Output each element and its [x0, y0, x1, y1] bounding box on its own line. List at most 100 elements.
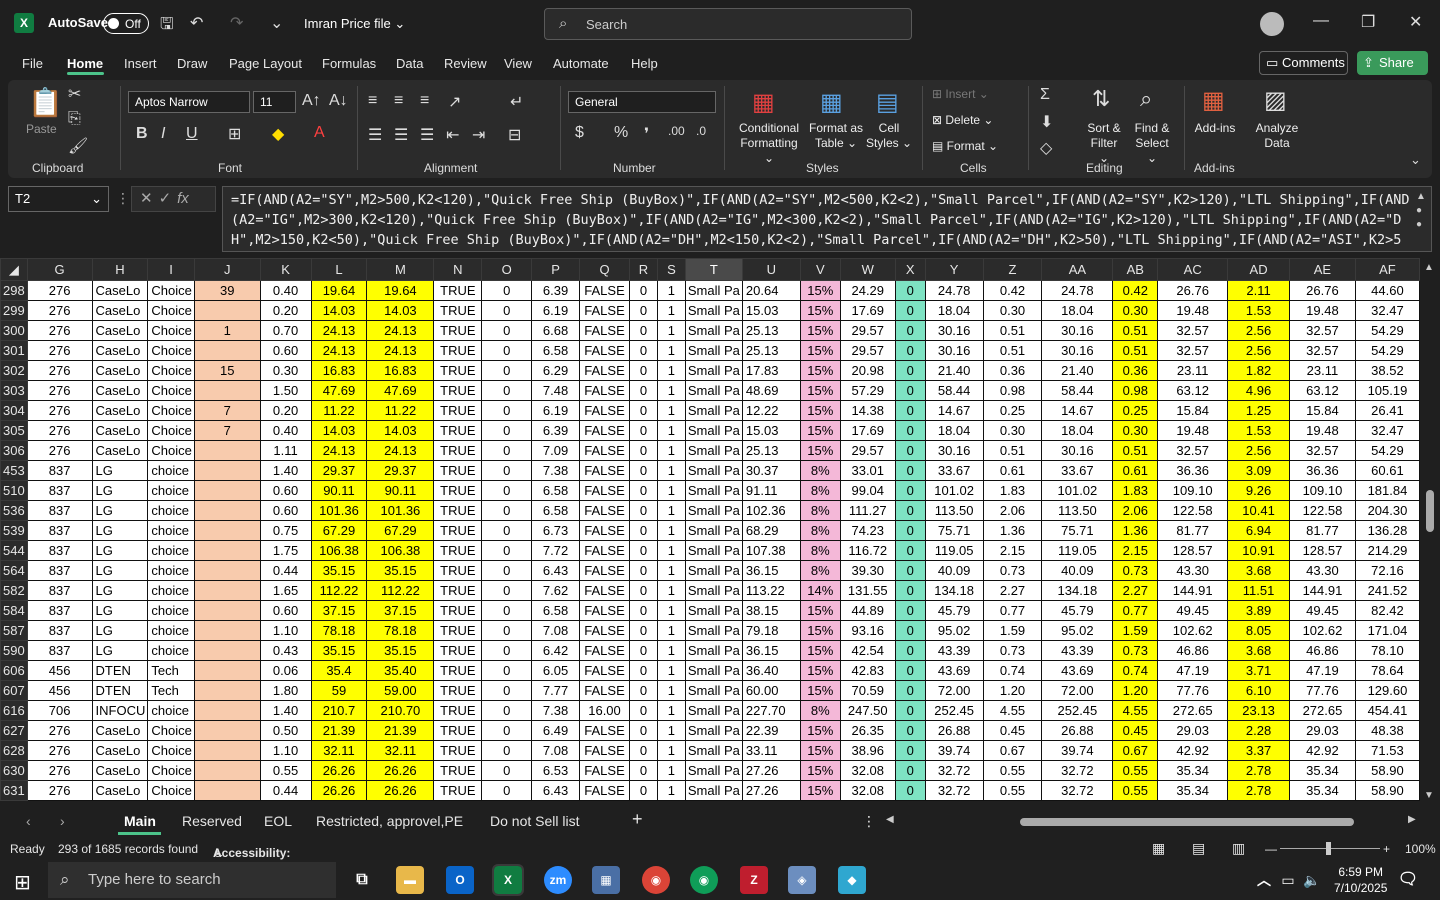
menu-formulas[interactable]: Formulas — [322, 56, 376, 71]
currency-icon[interactable]: $ — [575, 124, 584, 142]
cell[interactable]: 95.02 — [1041, 620, 1114, 641]
cell[interactable]: TRUE — [433, 680, 483, 701]
cell[interactable]: 25.13 — [741, 320, 801, 341]
decrease-indent-icon[interactable]: ⇤ — [446, 125, 459, 145]
cell[interactable]: 54.29 — [1354, 340, 1420, 361]
cell[interactable]: 45.79 — [1041, 600, 1114, 621]
cell[interactable]: 0.60 — [259, 480, 312, 501]
cell[interactable]: 90.11 — [366, 480, 435, 501]
cell[interactable]: 0.60 — [259, 340, 312, 361]
formula-tools[interactable]: ✕✓fx — [131, 186, 216, 212]
cell[interactable]: 0.40 — [259, 280, 312, 301]
cell[interactable]: FALSE — [579, 480, 630, 501]
formula-input[interactable]: =IF(AND(A2="SY",M2>500,K2<120),"Quick Fr… — [222, 186, 1432, 252]
cell[interactable]: 99.04 — [839, 480, 896, 501]
cell[interactable]: FALSE — [579, 420, 630, 441]
cell[interactable]: 107.38 — [741, 540, 801, 561]
col-header[interactable]: Z — [982, 258, 1043, 281]
cell[interactable]: 17.83 — [741, 360, 801, 381]
cell[interactable]: 11.22 — [310, 400, 368, 421]
cell[interactable]: 276 — [26, 720, 93, 741]
cell[interactable]: TRUE — [433, 600, 483, 621]
cell[interactable]: 837 — [26, 620, 93, 641]
cell[interactable]: Small Pa — [684, 700, 743, 721]
close-icon[interactable]: ✕ — [1409, 12, 1422, 32]
cell[interactable]: 32.57 — [1157, 320, 1229, 341]
bold-icon[interactable]: B — [136, 125, 148, 143]
cell[interactable]: TRUE — [433, 560, 483, 581]
cell[interactable] — [193, 740, 261, 761]
cell[interactable]: 72.16 — [1354, 560, 1420, 581]
cell[interactable]: 91.11 — [741, 480, 801, 501]
cell[interactable]: 1.36 — [982, 520, 1043, 541]
format-as-table-button[interactable]: Format as Table ⌄ — [808, 121, 864, 151]
cell[interactable]: 0 — [894, 460, 926, 481]
sheet-tab-reserved[interactable]: Reserved — [182, 813, 242, 829]
name-box[interactable]: T2 ⌄ — [8, 186, 109, 212]
cell[interactable]: 0 — [481, 700, 533, 721]
cell[interactable]: 0 — [629, 520, 658, 541]
cell[interactable]: 15% — [799, 440, 841, 461]
zoom-in-icon[interactable]: + — [1383, 842, 1390, 856]
cell[interactable]: 116.72 — [839, 540, 896, 561]
cell[interactable]: 1.20 — [982, 680, 1043, 701]
cell[interactable]: 78.18 — [366, 620, 435, 641]
cell[interactable]: 15.84 — [1157, 400, 1229, 421]
cell[interactable]: 252.45 — [1041, 700, 1114, 721]
cell[interactable]: 1.53 — [1227, 300, 1290, 321]
row-header[interactable]: 607 — [0, 680, 28, 701]
cell[interactable]: 29.57 — [839, 440, 896, 461]
cell[interactable]: 75.71 — [1041, 520, 1114, 541]
cell[interactable]: 33.11 — [741, 740, 801, 761]
cell[interactable]: 1.83 — [982, 480, 1043, 501]
cell[interactable]: 1 — [656, 540, 686, 561]
conditional-formatting-button[interactable]: Conditional Formatting ⌄ — [736, 121, 802, 166]
cell[interactable]: FALSE — [579, 780, 630, 801]
cell[interactable]: 7.08 — [531, 740, 581, 761]
cell[interactable]: 36.36 — [1289, 460, 1356, 481]
cell[interactable]: 0.55 — [982, 760, 1043, 781]
cell[interactable]: 6.58 — [531, 480, 581, 501]
cell[interactable]: choice — [147, 600, 195, 621]
cell[interactable]: 60.61 — [1354, 460, 1420, 481]
cell[interactable]: 0 — [894, 600, 926, 621]
cell[interactable]: 276 — [26, 420, 93, 441]
cell[interactable]: 35.15 — [366, 560, 435, 581]
cell[interactable]: 0.51 — [982, 440, 1043, 461]
cell[interactable]: 78.64 — [1354, 660, 1420, 681]
row-header[interactable]: 301 — [0, 340, 28, 361]
cell[interactable]: 0.60 — [259, 500, 312, 521]
cell[interactable]: 0 — [629, 420, 658, 441]
cell[interactable]: 1 — [656, 360, 686, 381]
cell[interactable]: 59.00 — [366, 680, 435, 701]
cell[interactable]: 0.61 — [1112, 460, 1159, 481]
cell[interactable]: 23.11 — [1289, 360, 1356, 381]
cell[interactable]: 119.05 — [1041, 540, 1114, 561]
cell[interactable]: CaseLo — [91, 440, 149, 461]
cell[interactable]: 276 — [26, 280, 93, 301]
cell[interactable]: 0 — [481, 500, 533, 521]
cell[interactable]: LG — [91, 480, 149, 501]
cell[interactable]: 15% — [799, 600, 841, 621]
cell[interactable]: 15% — [799, 320, 841, 341]
cell[interactable]: 0.74 — [1112, 660, 1159, 681]
add-sheet-icon[interactable]: + — [632, 809, 643, 830]
cell[interactable]: 59 — [310, 680, 368, 701]
cell[interactable]: 32.08 — [839, 780, 896, 801]
cell[interactable]: 35.34 — [1157, 780, 1229, 801]
cell[interactable]: 49.45 — [1289, 600, 1356, 621]
decrease-decimal-icon[interactable]: .0 — [696, 124, 706, 138]
cell[interactable]: 1 — [656, 660, 686, 681]
cell[interactable]: Choice — [147, 360, 195, 381]
cell[interactable]: 837 — [26, 560, 93, 581]
cell[interactable]: 2.56 — [1227, 340, 1290, 361]
cell[interactable]: Small Pa — [684, 480, 743, 501]
cell[interactable]: 29.37 — [366, 460, 435, 481]
vertical-scroll-thumb[interactable] — [1426, 490, 1434, 532]
cell[interactable] — [193, 500, 261, 521]
cell[interactable]: 40.09 — [1041, 560, 1114, 581]
cell[interactable]: 90.11 — [310, 480, 368, 501]
cell[interactable]: 456 — [26, 680, 93, 701]
cell[interactable]: 0 — [481, 320, 533, 341]
sheet-tab-do-not-sell[interactable]: Do not Sell list — [490, 813, 579, 829]
